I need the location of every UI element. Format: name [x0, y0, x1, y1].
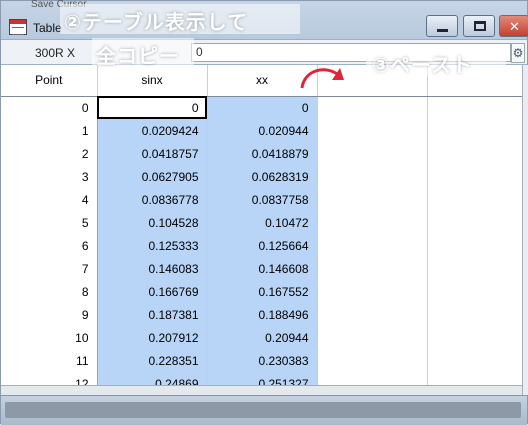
row-index-cell[interactable]: 7	[1, 257, 98, 280]
table-row: 4 0.0836778 0.0837758	[1, 188, 522, 211]
table-cell[interactable]: 0.0836778	[97, 188, 208, 211]
table-cell[interactable]	[427, 349, 522, 372]
gear-icon[interactable]: ⚙	[511, 43, 525, 63]
annotation-copy-step: ②テーブル表示して	[64, 12, 249, 34]
row-index-cell[interactable]: 8	[1, 280, 98, 303]
table-cell[interactable]: 0.188496	[207, 303, 318, 326]
table-cell[interactable]: 0.166769	[97, 280, 208, 303]
row-index-cell[interactable]: 1	[1, 119, 98, 142]
table-cell[interactable]	[427, 188, 522, 211]
table-cell[interactable]: 0.125333	[97, 234, 208, 257]
table-cell[interactable]	[427, 280, 522, 303]
row-index-cell[interactable]: 11	[1, 349, 98, 372]
table-row: 3 0.0627905 0.0628319	[1, 165, 522, 188]
table-cell[interactable]: 0.187381	[97, 303, 208, 326]
table-cell[interactable]: 0	[207, 96, 318, 119]
table-cell[interactable]	[427, 326, 522, 349]
row-index-cell[interactable]: 0	[1, 96, 98, 119]
status-bar	[1, 395, 527, 425]
table-cell[interactable]: 0.0418879	[207, 142, 318, 165]
column-header[interactable]: Point	[1, 65, 98, 97]
table-cell[interactable]	[427, 303, 522, 326]
row-index-cell[interactable]: 3	[1, 165, 98, 188]
table-row: 000	[1, 96, 522, 119]
horizontal-scrollbar[interactable]	[1, 385, 522, 395]
table-cell[interactable]: 0.104528	[97, 211, 208, 234]
table-cell[interactable]	[317, 234, 428, 257]
table-cell[interactable]: 0.125664	[207, 234, 318, 257]
annotation-paste-step: ③ペースト	[372, 55, 473, 77]
table-cell[interactable]: 0.251327	[207, 372, 318, 385]
table-cell[interactable]: 0.146608	[207, 257, 318, 280]
minimize-icon	[437, 29, 448, 32]
table-cell[interactable]	[317, 96, 428, 119]
vertical-scrollbar[interactable]	[522, 65, 528, 395]
table-cell[interactable]	[317, 188, 428, 211]
table-row: 12 0.24869 0.251327	[1, 372, 522, 385]
table-cell[interactable]	[427, 234, 522, 257]
table-row: 8 0.166769 0.167552	[1, 280, 522, 303]
table-cell[interactable]: 0.228351	[97, 349, 208, 372]
table-cell[interactable]: 0.0209424	[97, 119, 208, 142]
table-row: 5 0.104528 0.10472	[1, 211, 522, 234]
table-cell[interactable]: 0.146083	[97, 257, 208, 280]
status-bar-track	[5, 402, 521, 418]
table-cell[interactable]	[427, 142, 522, 165]
table-cell[interactable]	[317, 280, 428, 303]
table-cell[interactable]: 0.167552	[207, 280, 318, 303]
minimize-button[interactable]	[426, 15, 458, 37]
table-cell[interactable]	[427, 119, 522, 142]
row-index-cell[interactable]: 10	[1, 326, 98, 349]
table-cell[interactable]	[427, 211, 522, 234]
close-icon: ✕	[509, 19, 520, 34]
row-index-cell[interactable]: 6	[1, 234, 98, 257]
annotation-copy-step-2: 全コピー	[96, 46, 180, 68]
maximize-icon	[474, 21, 486, 31]
cell-reference: 300R X	[35, 46, 76, 60]
table-cell[interactable]	[427, 165, 522, 188]
table-cell[interactable]	[317, 142, 428, 165]
row-index-cell[interactable]: 4	[1, 188, 98, 211]
table-row: 1 0.0209424 0.020944	[1, 119, 522, 142]
row-index-cell[interactable]: 2	[1, 142, 98, 165]
table-cell[interactable]: 0.10472	[207, 211, 318, 234]
table-row: 11 0.228351 0.230383	[1, 349, 522, 372]
table-cell[interactable]	[317, 326, 428, 349]
window-title: Table	[33, 21, 62, 35]
table-cell[interactable]	[427, 96, 522, 119]
table-row: 7 0.146083 0.146608	[1, 257, 522, 280]
table-cell[interactable]: 0.0627905	[97, 165, 208, 188]
row-index-cell[interactable]: 5	[1, 211, 98, 234]
data-table[interactable]: Point sinx xx 0 0 0 1 0.0209424 0.020944 2 0.0418…	[1, 65, 522, 385]
table-cell[interactable]: 0.24869	[97, 372, 208, 385]
table-cell[interactable]: 0.207912	[97, 326, 208, 349]
table-cell[interactable]	[427, 372, 522, 385]
table-row: 2 0.0418757 0.0418879	[1, 142, 522, 165]
row-index-cell[interactable]: 9	[1, 303, 98, 326]
table-row: 9 0.187381 0.188496	[1, 303, 522, 326]
table-cell[interactable]: 0.0628319	[207, 165, 318, 188]
table-cell[interactable]	[317, 119, 428, 142]
table-cell[interactable]: 0.230383	[207, 349, 318, 372]
table-cell[interactable]: 0.0418757	[97, 142, 208, 165]
table-cell[interactable]	[317, 303, 428, 326]
table-row: 6 0.125333 0.125664	[1, 234, 522, 257]
table-cell[interactable]	[317, 211, 428, 234]
table-app-icon	[9, 19, 27, 35]
column-header[interactable]: sinx	[97, 65, 208, 97]
table-cell[interactable]: 0.20944	[207, 326, 318, 349]
table-cell[interactable]	[427, 257, 522, 280]
row-index-cell[interactable]: 12	[1, 372, 98, 385]
table-cell[interactable]	[317, 165, 428, 188]
table-row: 10 0.207912 0.20944	[1, 326, 522, 349]
table-cell[interactable]	[317, 349, 428, 372]
maximize-button[interactable]	[463, 15, 495, 37]
table-cell[interactable]: 0.0837758	[207, 188, 318, 211]
table-cell[interactable]: 0.020944	[207, 119, 318, 142]
table-cell[interactable]	[317, 372, 428, 385]
curved-arrow-icon	[300, 68, 344, 89]
table-cell[interactable]	[317, 257, 428, 280]
close-button[interactable]: ✕	[499, 15, 528, 37]
table-cell[interactable]: 0	[97, 96, 208, 119]
